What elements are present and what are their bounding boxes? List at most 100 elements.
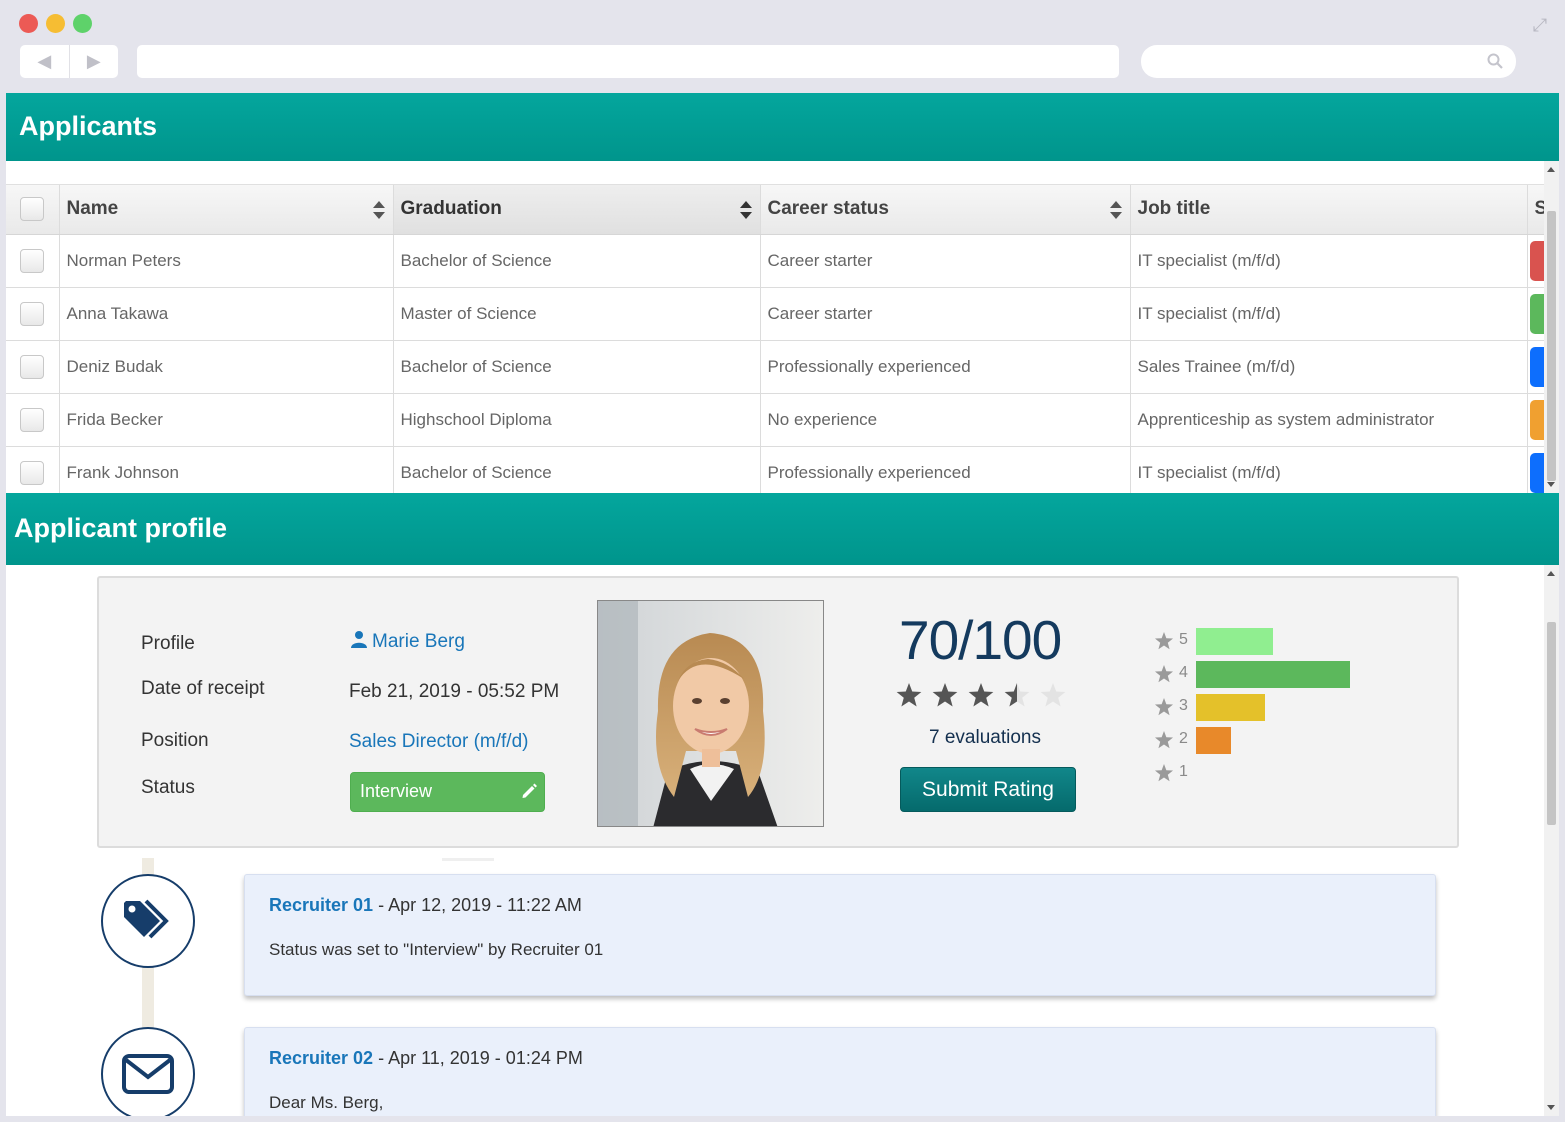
row-checkbox[interactable] — [20, 460, 45, 485]
applicant-name-link[interactable]: Marie Berg — [351, 630, 465, 653]
cell-status — [1527, 287, 1544, 341]
cell-job-title: IT specialist (m/f/d) — [1130, 287, 1528, 341]
rating-star-icon[interactable] — [1040, 683, 1066, 707]
user-icon — [351, 631, 367, 648]
status-chip[interactable] — [1529, 399, 1544, 440]
submit-rating-button[interactable]: Submit Rating — [900, 767, 1076, 812]
rating-star-icon[interactable] — [1004, 683, 1030, 707]
sort-icon[interactable] — [739, 199, 753, 221]
applicant-profile-title: Applicant profile — [14, 513, 228, 543]
table-row[interactable]: Frida Becker Highschool Diploma No exper… — [6, 393, 1544, 447]
cell-career-status: No experience — [760, 393, 1131, 447]
browser-search-input[interactable] — [1141, 45, 1516, 78]
applicants-title: Applicants — [19, 111, 158, 141]
rating-star-icon[interactable] — [932, 683, 958, 707]
row-checkbox-cell — [6, 234, 60, 288]
row-checkbox[interactable] — [20, 301, 45, 326]
table-scrollbar[interactable] — [1544, 161, 1559, 493]
back-button[interactable]: ◀ — [20, 45, 69, 78]
cell-job-title: IT specialist (m/f/d) — [1130, 234, 1528, 288]
column-header-career-status[interactable]: Career status — [760, 185, 1131, 235]
cell-graduation: Bachelor of Science — [393, 446, 761, 493]
timeline-entry-body: Dear Ms. Berg, — [269, 1093, 384, 1112]
applicants-table: Name Graduation Career status Job title … — [6, 185, 1544, 493]
forward-arrow-icon: ▶ — [86, 51, 101, 71]
timeline-tags-icon-badge — [101, 874, 195, 968]
rating-level-label: 2 — [1179, 730, 1188, 747]
address-bar[interactable] — [137, 45, 1119, 78]
row-checkbox[interactable] — [20, 407, 45, 432]
scroll-down-icon[interactable] — [1547, 1105, 1555, 1110]
table-row[interactable]: Anna Takawa Master of Science Career sta… — [6, 287, 1544, 341]
tags-icon — [124, 899, 169, 939]
expand-icon[interactable]: ⤢ — [1529, 14, 1551, 36]
cell-graduation: Bachelor of Science — [393, 234, 761, 288]
applicants-header: Applicants — [6, 93, 1559, 161]
timeline-date: - Apr 12, 2019 - 11:22 AM — [373, 895, 582, 915]
search-icon — [1487, 53, 1503, 69]
rating-star-icon[interactable] — [896, 683, 922, 707]
table-row[interactable]: Deniz Budak Bachelor of Science Professi… — [6, 340, 1544, 394]
row-checkbox[interactable] — [20, 248, 45, 273]
star-rating[interactable] — [896, 681, 1076, 711]
pencil-icon[interactable] — [520, 782, 538, 800]
cell-career-status: Career starter — [760, 234, 1131, 288]
scroll-up-icon[interactable] — [1547, 571, 1555, 576]
table-scrollbar-thumb[interactable] — [1547, 211, 1556, 481]
status-chip[interactable] — [1529, 452, 1544, 493]
status-chip[interactable] — [1529, 240, 1544, 281]
rating-level-label: 4 — [1179, 664, 1188, 681]
row-checkbox[interactable] — [20, 354, 45, 379]
navigation-buttons: ◀ ▶ — [20, 45, 118, 78]
select-all-checkbox[interactable] — [20, 197, 45, 222]
timeline-entry-body: Status was set to "Interview" by Recruit… — [269, 940, 604, 959]
cell-career-status: Career starter — [760, 287, 1131, 341]
minimize-window-button[interactable] — [46, 14, 65, 33]
position-link[interactable]: Sales Director (m/f/d) — [349, 731, 528, 753]
timeline-entry-header: Recruiter 02 - Apr 11, 2019 - 01:24 PM — [269, 1048, 583, 1069]
cell-status — [1527, 234, 1544, 288]
profile-scrollbar[interactable] — [1544, 565, 1559, 1116]
cell-status — [1527, 446, 1544, 493]
timeline-date: - Apr 11, 2019 - 01:24 PM — [373, 1048, 583, 1068]
forward-button[interactable]: ▶ — [68, 45, 119, 78]
table-row[interactable]: Frank Johnson Bachelor of Science Profes… — [6, 446, 1544, 493]
date-of-receipt-label: Date of receipt — [141, 678, 265, 699]
status-chip[interactable] — [1529, 346, 1544, 387]
close-window-button[interactable] — [19, 14, 38, 33]
cell-graduation: Master of Science — [393, 287, 761, 341]
column-header-name[interactable]: Name — [59, 185, 394, 235]
timeline-envelope-icon-badge — [101, 1027, 195, 1116]
sort-icon[interactable] — [372, 199, 386, 221]
scroll-up-icon[interactable] — [1547, 167, 1555, 172]
rating-star-icon[interactable] — [968, 683, 994, 707]
status-chip[interactable] — [1529, 293, 1544, 334]
rating-distribution-bar — [1196, 661, 1350, 688]
maximize-window-button[interactable] — [73, 14, 92, 33]
star-icon — [1154, 731, 1174, 749]
status-value: Interview — [360, 781, 433, 801]
cell-name: Norman Peters — [59, 234, 394, 288]
star-icon — [1154, 698, 1174, 716]
applicant-name: Marie Berg — [372, 631, 465, 652]
cell-graduation: Highschool Diploma — [393, 393, 761, 447]
browser-chrome: ◀ ▶ ⤢ — [0, 0, 1565, 93]
cell-job-title: IT specialist (m/f/d) — [1130, 446, 1528, 493]
cell-name: Frank Johnson — [59, 446, 394, 493]
sort-icon[interactable] — [1109, 199, 1123, 221]
profile-card: Profile Date of receipt Position Status … — [97, 576, 1459, 848]
date-of-receipt-value: Feb 21, 2019 - 05:52 PM — [349, 681, 560, 702]
column-header-status[interactable]: S — [1527, 185, 1544, 235]
timeline-entry-header: Recruiter 01 - Apr 12, 2019 - 11:22 AM — [269, 895, 582, 916]
timeline-author-link[interactable]: Recruiter 01 — [269, 895, 373, 915]
status-button[interactable]: Interview — [350, 772, 545, 812]
profile-scrollbar-thumb[interactable] — [1547, 622, 1556, 825]
table-header-row: Name Graduation Career status Job title … — [6, 185, 1544, 235]
column-header-job-title[interactable]: Job title — [1130, 185, 1528, 235]
scroll-down-icon[interactable] — [1547, 482, 1555, 487]
column-header-graduation[interactable]: Graduation — [393, 185, 761, 235]
cell-status — [1527, 340, 1544, 394]
back-arrow-icon: ◀ — [37, 51, 52, 71]
timeline-author-link[interactable]: Recruiter 02 — [269, 1048, 373, 1068]
table-row[interactable]: Norman Peters Bachelor of Science Career… — [6, 234, 1544, 288]
